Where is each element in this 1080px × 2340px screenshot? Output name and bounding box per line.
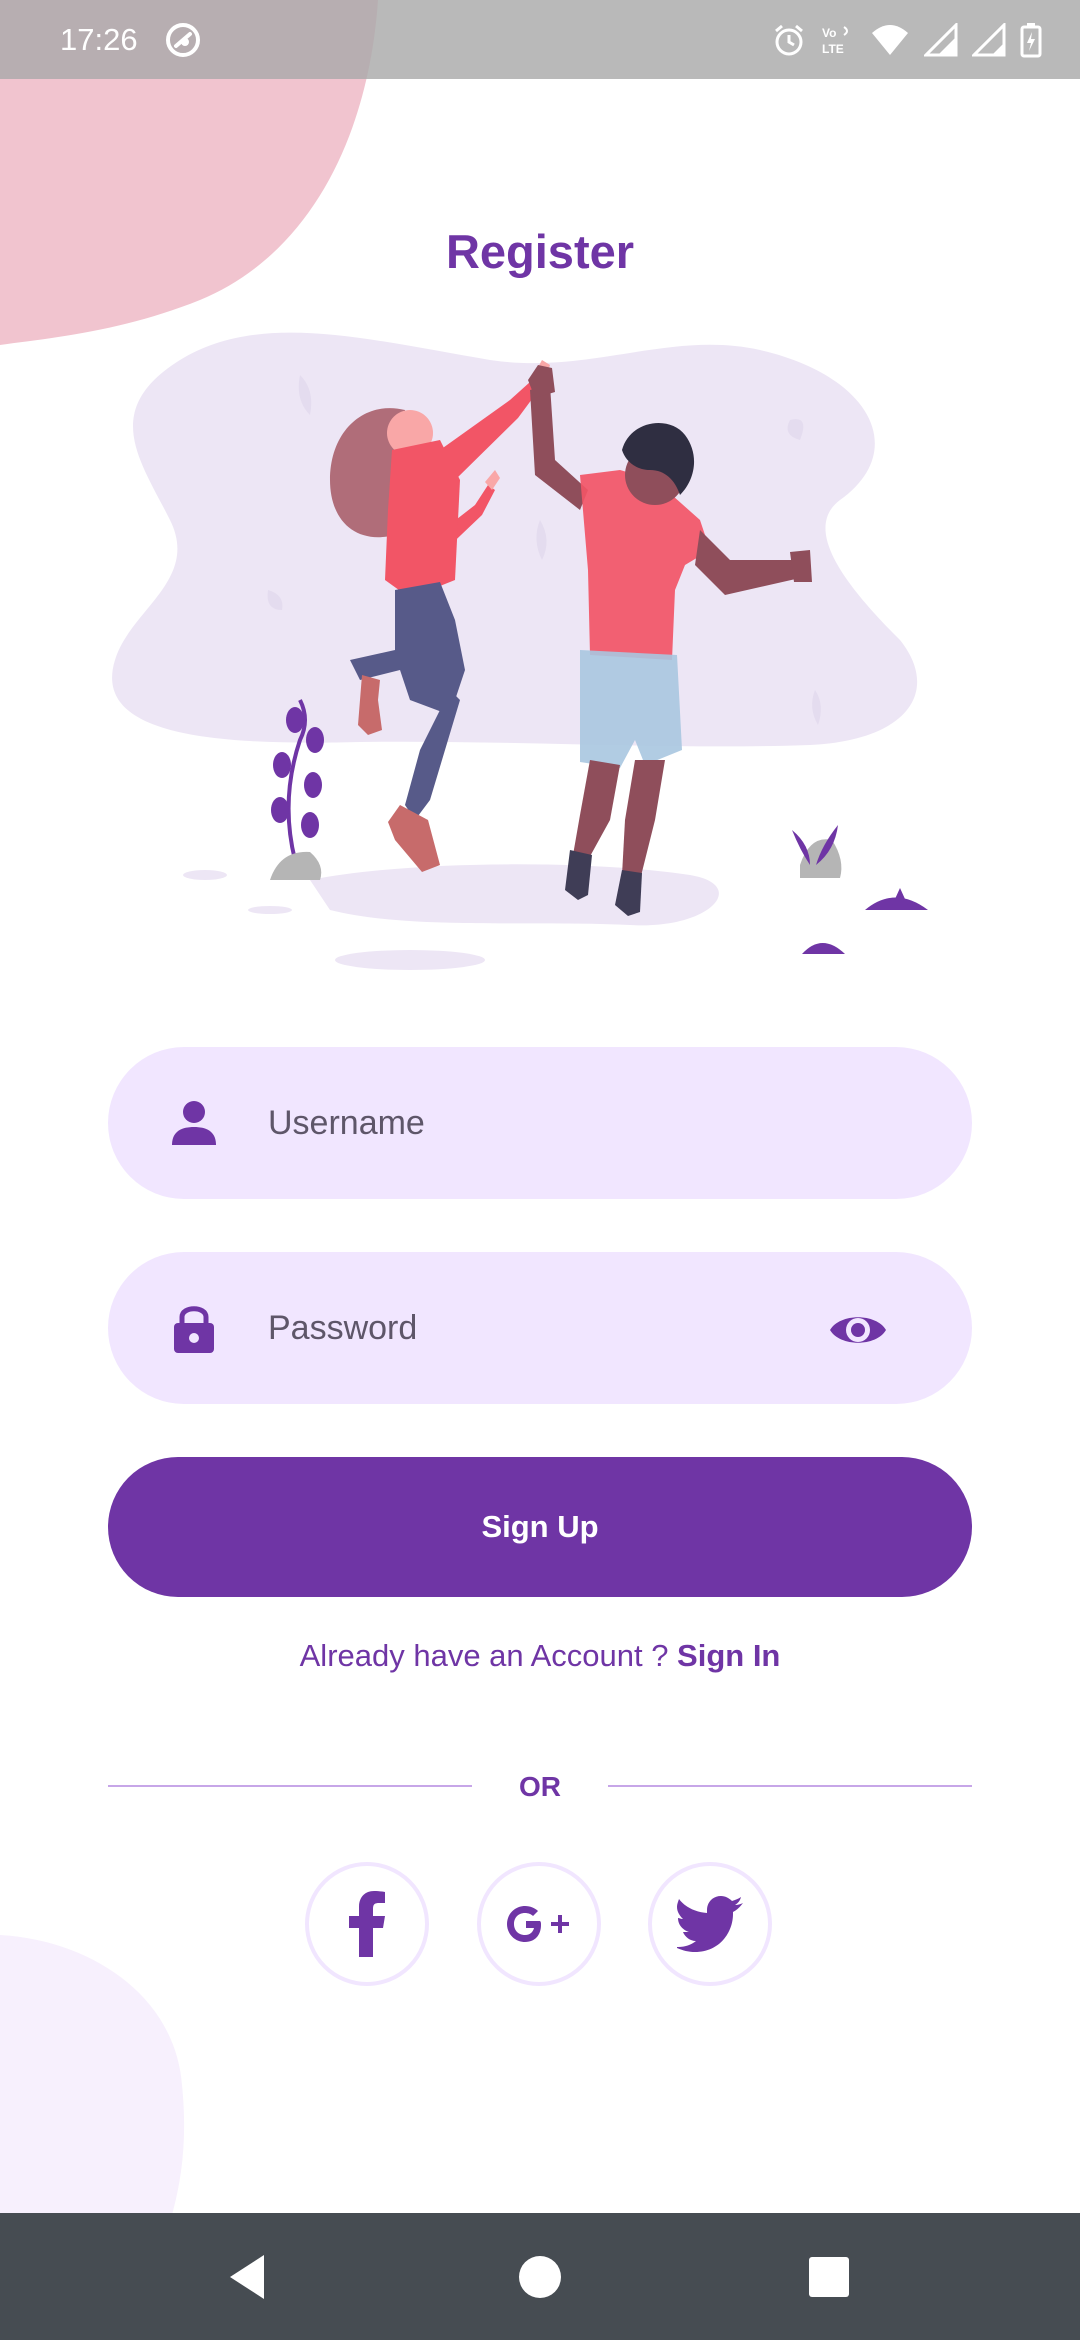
alarm-icon: [775, 24, 803, 56]
status-bar: 17:26 Vo LTE: [0, 0, 1080, 79]
lock-icon: [174, 1306, 214, 1353]
divider-line-left: [108, 1785, 472, 1787]
person-icon: [172, 1101, 216, 1145]
back-icon[interactable]: [224, 2251, 276, 2303]
twitter-button[interactable]: [648, 1862, 772, 1986]
twitter-icon: [677, 1896, 743, 1952]
eye-icon[interactable]: [828, 1307, 888, 1353]
recents-icon[interactable]: [803, 2251, 855, 2303]
google-plus-icon: [507, 1906, 569, 1942]
already-have-account-prompt: Already have an Account ?: [299, 1638, 678, 1673]
svg-text:LTE: LTE: [822, 42, 844, 56]
password-field[interactable]: [108, 1252, 972, 1404]
volte-icon: Vo LTE: [822, 26, 848, 56]
high-five-illustration: [112, 332, 928, 970]
status-icons: Vo LTE: [772, 18, 1042, 62]
already-have-account-text: Already have an Account ? Sign In: [0, 1636, 1080, 1676]
google-plus-button[interactable]: [477, 1862, 601, 1986]
signal-icon: [924, 23, 958, 57]
battery-charging-icon: [1020, 23, 1042, 58]
facebook-icon: [349, 1891, 385, 1957]
signal-icon: [972, 23, 1006, 57]
sign-up-button[interactable]: Sign Up: [108, 1457, 972, 1597]
sign-in-link[interactable]: Sign In: [677, 1638, 780, 1673]
bottom-left-decoration-blob: [0, 1935, 185, 2215]
home-icon[interactable]: [514, 2251, 566, 2303]
password-input[interactable]: [266, 1282, 830, 1374]
wifi-icon: [872, 25, 908, 55]
system-navigation-bar: [0, 2213, 1080, 2340]
page-title: Register: [445, 225, 635, 278]
username-input[interactable]: [266, 1077, 830, 1169]
username-field[interactable]: [108, 1047, 972, 1199]
or-divider-label: OR: [519, 1771, 561, 1802]
divider-line-right: [608, 1785, 972, 1787]
svg-text:Vo: Vo: [822, 26, 836, 40]
facebook-button[interactable]: [305, 1862, 429, 1986]
app-notification-icon: [166, 23, 200, 57]
status-time: 17:26: [60, 22, 138, 57]
